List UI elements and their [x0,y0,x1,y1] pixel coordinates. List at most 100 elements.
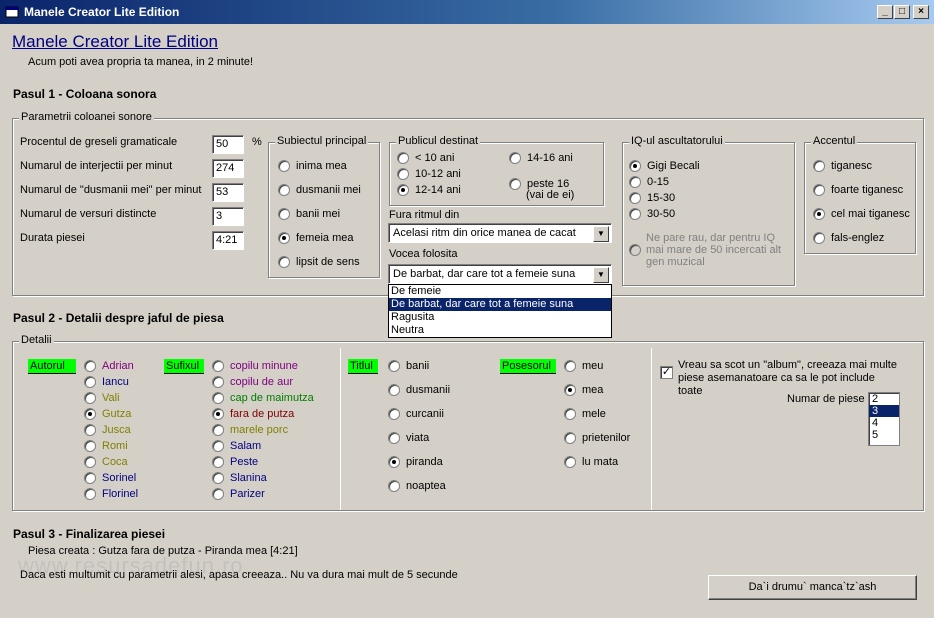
radio-icon [388,408,400,421]
voce-option[interactable]: Ragusita [389,311,611,324]
radio-label: Florinel [102,488,139,500]
public-radio[interactable]: < 10 ani [397,152,454,166]
subiect-radio[interactable]: banii mei [278,208,340,222]
autor-radio[interactable]: Jusca [84,424,131,438]
iq-radio[interactable]: Gigi Becali [629,160,700,174]
create-button[interactable]: Da`i drumu` manca`tz`ash [708,575,917,600]
poses-radio[interactable]: prietenilor [564,432,630,446]
subiect-radio[interactable]: lipsit de sens [278,256,360,270]
header-subtitle: Acum poti avea propria ta manea, in 2 mi… [28,56,254,68]
radio-icon [813,184,825,197]
sufixul-label: Sufixul [164,359,204,374]
sufix-radio[interactable]: copilu de aur [212,376,293,390]
sufix-radio[interactable]: cap de maimutza [212,392,314,406]
param-input[interactable]: 50 [212,135,244,154]
param-label: Procentul de greseli gramaticale [20,136,178,148]
radio-selected-icon [212,408,224,421]
fura-select[interactable]: Acelasi ritm din orice manea de cacat ▼ [388,223,612,243]
sufix-radio[interactable]: Salam [212,440,261,454]
titlul-label: Titlul [348,359,378,374]
accent-radio[interactable]: tiganesc [813,160,872,174]
param-input[interactable]: 3 [212,207,244,226]
numar-option[interactable]: 5 [869,429,899,441]
radio-label: Coca [102,456,128,468]
radio-label: Slanina [230,472,267,484]
radio-icon [84,376,96,389]
radio-selected-icon [84,408,96,421]
titlu-radio[interactable]: piranda [388,456,443,470]
window-title: Manele Creator Lite Edition [24,5,180,19]
param-input[interactable]: 53 [212,183,244,202]
iq-radio[interactable]: 30-50 [629,208,675,222]
subiect-radio[interactable]: femeia mea [278,232,353,246]
poses-radio[interactable]: lu mata [564,456,618,470]
titlu-radio[interactable]: dusmanii [388,384,450,398]
radio-icon [509,152,521,165]
numar-option[interactable]: 2 [869,393,899,405]
autor-radio[interactable]: Vali [84,392,120,406]
autor-radio[interactable]: Florinel [84,488,138,502]
radio-selected-icon [564,384,576,397]
radio-icon [212,376,224,389]
public-radio[interactable]: 10-12 ani [397,168,461,182]
subiect-radio[interactable]: inima mea [278,160,347,174]
param-input[interactable]: 4:21 [212,231,244,250]
iq-group-label: IQ-ul ascultatorului [629,135,725,147]
autor-radio[interactable]: Iancu [84,376,129,390]
accent-radio[interactable]: fals-englez [813,232,884,246]
iq-radio[interactable]: 0-15 [629,176,669,190]
chevron-down-icon[interactable]: ▼ [593,267,609,283]
autor-radio[interactable]: Adrian [84,360,134,374]
step2-title: Pasul 2 - Detalii despre jaful de piesa [13,311,224,325]
header-link[interactable]: Manele Creator Lite Edition [12,32,218,52]
voce-option[interactable]: De barbat, dar care tot a femeie suna [389,298,611,311]
numar-option[interactable]: 4 [869,417,899,429]
maximize-button[interactable]: □ [894,5,910,19]
radio-label: mele [582,408,606,420]
sufix-radio[interactable]: copilu minune [212,360,298,374]
radio-icon [564,408,576,421]
voce-option[interactable]: De femeie [389,285,611,298]
sufix-radio[interactable]: fara de putza [212,408,294,422]
titlu-radio[interactable]: curcanii [388,408,444,422]
sufix-radio[interactable]: marele porc [212,424,288,438]
voce-select[interactable]: De barbat, dar care tot a femeie suna ▼ [388,264,612,284]
subiect-radio[interactable]: dusmanii mei [278,184,361,198]
titlu-radio[interactable]: noaptea [388,480,446,494]
sufix-radio[interactable]: Parizer [212,488,265,502]
poses-radio[interactable]: mele [564,408,606,422]
poses-radio[interactable]: mea [564,384,603,398]
voce-dropdown: De femeie De barbat, dar care tot a feme… [388,284,612,338]
voce-option[interactable]: Neutra [389,324,611,337]
iq-radio[interactable]: 15-30 [629,192,675,206]
radio-label: piranda [406,456,443,468]
param-input[interactable]: 274 [212,159,244,178]
titlu-radio[interactable]: viata [388,432,429,446]
radio-icon [84,472,96,485]
sufix-radio[interactable]: Slanina [212,472,267,486]
chevron-down-icon[interactable]: ▼ [593,226,609,242]
radio-label: lu mata [582,456,619,468]
accent-radio[interactable]: foarte tiganesc [813,184,903,198]
album-checkbox[interactable]: ✓ [660,366,673,379]
accent-radio[interactable]: cel mai tiganesc [813,208,910,222]
autor-radio[interactable]: Sorinel [84,472,136,486]
numar-option[interactable]: 3 [869,405,899,417]
iq-disabled-radio [629,244,647,258]
autor-radio[interactable]: Romi [84,440,128,454]
minimize-button[interactable]: _ [877,5,893,19]
autor-radio[interactable]: Coca [84,456,128,470]
titlu-radio[interactable]: banii [388,360,429,374]
public-radio[interactable]: 14-16 ani [509,152,573,166]
radio-label: viata [406,432,430,444]
public-group-label: Publicul destinat [396,135,481,147]
numar-listbox[interactable]: 2 3 4 5 [868,392,900,446]
close-button[interactable]: × [913,5,929,19]
radio-disabled-icon [629,244,641,257]
public-radio[interactable]: 12-14 ani [397,184,461,198]
poses-radio[interactable]: meu [564,360,603,374]
radio-label: meu [582,360,604,372]
radio-label: curcanii [406,408,444,420]
sufix-radio[interactable]: Peste [212,456,258,470]
autor-radio[interactable]: Gutza [84,408,131,422]
